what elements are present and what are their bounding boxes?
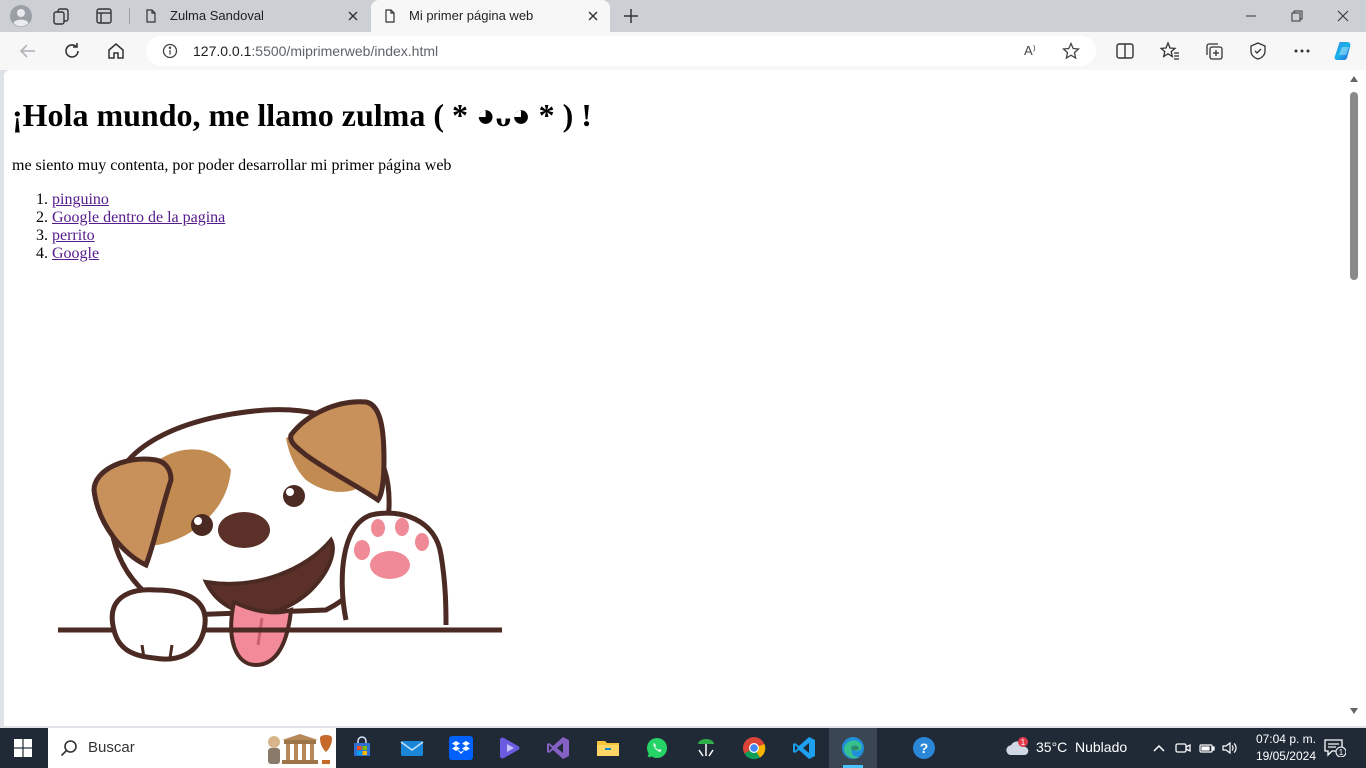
minimize-icon xyxy=(1246,15,1256,17)
weather-temp: 35°C xyxy=(1036,739,1068,755)
list-number: 3. xyxy=(36,227,48,244)
list-number: 1. xyxy=(36,191,48,208)
tab-title: Mi primer página web xyxy=(409,8,534,23)
show-hidden-icons-icon[interactable] xyxy=(1151,740,1167,756)
search-icon xyxy=(60,740,77,757)
tab-mi-primer-pagina-web[interactable]: Mi primer página web xyxy=(371,0,610,32)
page-paragraph: me siento muy contenta, por poder desarr… xyxy=(12,157,452,174)
link-google[interactable]: Google xyxy=(52,245,99,262)
url-text[interactable]: 127.0.0.1:5500/miprimerweb/index.html xyxy=(193,43,438,59)
list-item: 1. pinguino xyxy=(12,191,225,209)
cloud-weather-icon: 1 xyxy=(1006,737,1029,755)
list-item: 2. Google dentro de la pagina xyxy=(12,209,225,227)
close-icon xyxy=(1337,10,1349,22)
clock-time: 07:04 p. m. xyxy=(1255,732,1316,746)
media-player-icon[interactable] xyxy=(498,736,522,760)
edge-taskbar-button[interactable] xyxy=(829,728,877,768)
help-icon[interactable]: ? xyxy=(912,736,936,760)
links-list: 1. pinguino 2. Google dentro de la pagina … xyxy=(12,191,225,263)
taskbar-search[interactable]: Buscar xyxy=(48,728,336,768)
system-clock[interactable]: 07:04 p. m. 19/05/2024 xyxy=(1240,731,1316,765)
list-number: 2. xyxy=(36,209,48,226)
copilot-icon[interactable] xyxy=(1333,40,1355,62)
back-icon[interactable] xyxy=(17,40,39,62)
weather-badge: 1 xyxy=(1021,738,1026,747)
file-explorer-icon[interactable] xyxy=(596,736,620,760)
home-icon[interactable] xyxy=(105,40,127,62)
svg-text:?: ? xyxy=(920,740,929,756)
page-viewport: ¡Hola mundo, me llamo zulma ( * ◕ᴗ◕ * ) … xyxy=(4,70,1366,726)
tab-strip: Zulma Sandoval Mi primer página web xyxy=(0,0,1366,32)
page-heading: ¡Hola mundo, me llamo zulma ( * ◕ᴗ◕ * ) … xyxy=(12,97,592,133)
cmd-app-icon[interactable] xyxy=(694,736,718,760)
collections-icon[interactable] xyxy=(1204,41,1224,61)
scroll-down-icon[interactable] xyxy=(1350,708,1358,714)
tab-actions-icon[interactable] xyxy=(94,6,114,26)
refresh-icon[interactable] xyxy=(61,40,83,62)
puppy-image xyxy=(6,320,546,690)
split-screen-icon[interactable] xyxy=(1115,41,1135,61)
add-favorite-icon[interactable] xyxy=(1062,42,1080,60)
search-highlight-icon xyxy=(258,730,334,766)
more-options-icon[interactable] xyxy=(1292,41,1312,61)
tab-title: Zulma Sandoval xyxy=(170,8,264,23)
windows-start-icon[interactable] xyxy=(14,739,32,757)
notifications-icon[interactable]: 1 xyxy=(1324,739,1346,757)
notification-count: 1 xyxy=(1339,748,1344,757)
close-tab-icon[interactable] xyxy=(586,9,600,23)
page-icon xyxy=(385,9,395,23)
restore-icon xyxy=(1291,10,1303,22)
clock-date: 19/05/2024 xyxy=(1255,749,1316,763)
whatsapp-icon[interactable] xyxy=(645,736,669,760)
volume-icon[interactable] xyxy=(1221,740,1237,756)
read-aloud-icon[interactable]: A⁾ xyxy=(1024,43,1036,59)
address-bar[interactable]: 127.0.0.1:5500/miprimerweb/index.html A⁾ xyxy=(146,36,1096,66)
weather-condition: Nublado xyxy=(1075,739,1128,755)
microsoft-store-icon[interactable] xyxy=(350,736,374,760)
page-icon xyxy=(146,9,156,23)
favorites-icon[interactable] xyxy=(1160,41,1180,61)
scroll-up-icon[interactable] xyxy=(1350,76,1358,82)
tab-zulma-sandoval[interactable]: Zulma Sandoval xyxy=(132,0,370,32)
list-number: 4. xyxy=(36,245,48,262)
link-perrito[interactable]: perrito xyxy=(52,227,95,244)
list-item: 4. Google xyxy=(12,245,225,263)
edge-icon xyxy=(842,737,864,759)
new-tab-icon[interactable] xyxy=(621,6,641,26)
visual-studio-icon[interactable] xyxy=(546,736,570,760)
restore-button[interactable] xyxy=(1274,0,1320,32)
list-item: 3. perrito xyxy=(12,227,225,245)
chrome-icon[interactable] xyxy=(742,736,766,760)
profile-icon[interactable] xyxy=(10,5,32,27)
close-window-button[interactable] xyxy=(1320,0,1366,32)
tab-separator xyxy=(129,8,130,24)
minimize-button[interactable] xyxy=(1228,0,1274,32)
link-google-dentro[interactable]: Google dentro de la pagina xyxy=(52,209,225,226)
mail-icon[interactable] xyxy=(400,736,424,760)
search-label: Buscar xyxy=(88,739,135,756)
vscode-icon[interactable] xyxy=(792,736,816,760)
battery-icon[interactable] xyxy=(1199,740,1215,756)
taskbar: Buscar ? 1 35°C Nublado 07:04 p. m. 19/0… xyxy=(0,728,1366,768)
browser-toolbar: 127.0.0.1:5500/miprimerweb/index.html A⁾ xyxy=(0,32,1366,70)
meet-now-icon[interactable] xyxy=(1175,740,1191,756)
workspaces-icon[interactable] xyxy=(51,6,71,26)
link-pinguino[interactable]: pinguino xyxy=(52,191,109,208)
dropbox-icon[interactable] xyxy=(449,736,473,760)
site-info-icon[interactable] xyxy=(162,43,178,59)
vertical-scrollbar[interactable] xyxy=(1346,70,1362,726)
scrollbar-thumb[interactable] xyxy=(1350,92,1358,280)
browser-essentials-icon[interactable] xyxy=(1248,41,1268,61)
close-tab-icon[interactable] xyxy=(346,9,360,23)
